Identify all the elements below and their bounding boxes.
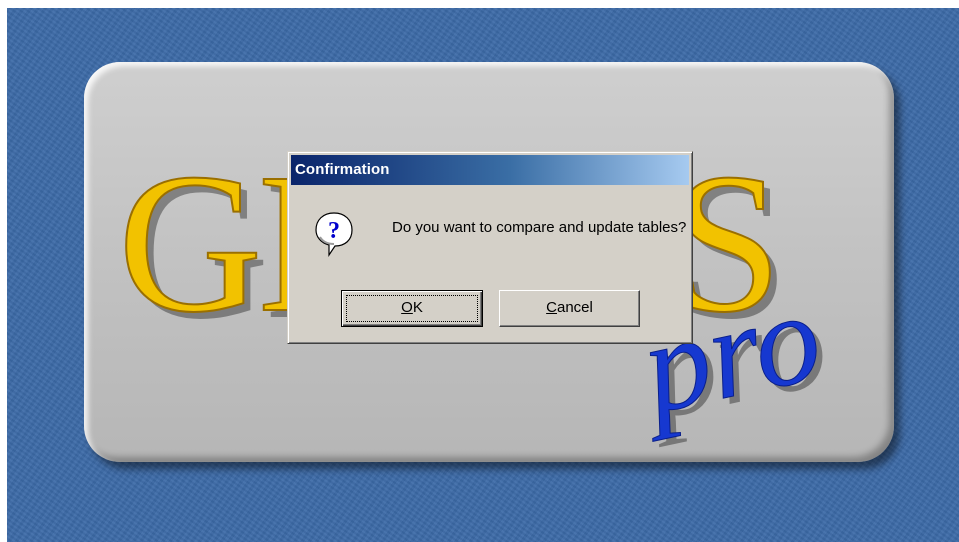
question-icon: ? <box>315 212 353 257</box>
logo-letter-g: G <box>118 133 262 354</box>
cancel-button-label: Cancel <box>546 299 593 316</box>
svg-text:?: ? <box>328 218 340 244</box>
ok-button-label: OK <box>401 299 423 316</box>
dialog-titlebar[interactable]: Confirmation <box>291 155 689 185</box>
dialog-message: Do you want to compare and update tables… <box>392 219 687 236</box>
dialog-title: Confirmation <box>295 161 390 178</box>
confirmation-dialog: Confirmation ? Do you want to compare an… <box>287 151 693 344</box>
ok-button[interactable]: OK <box>341 290 483 327</box>
cancel-button[interactable]: Cancel <box>499 290 640 327</box>
